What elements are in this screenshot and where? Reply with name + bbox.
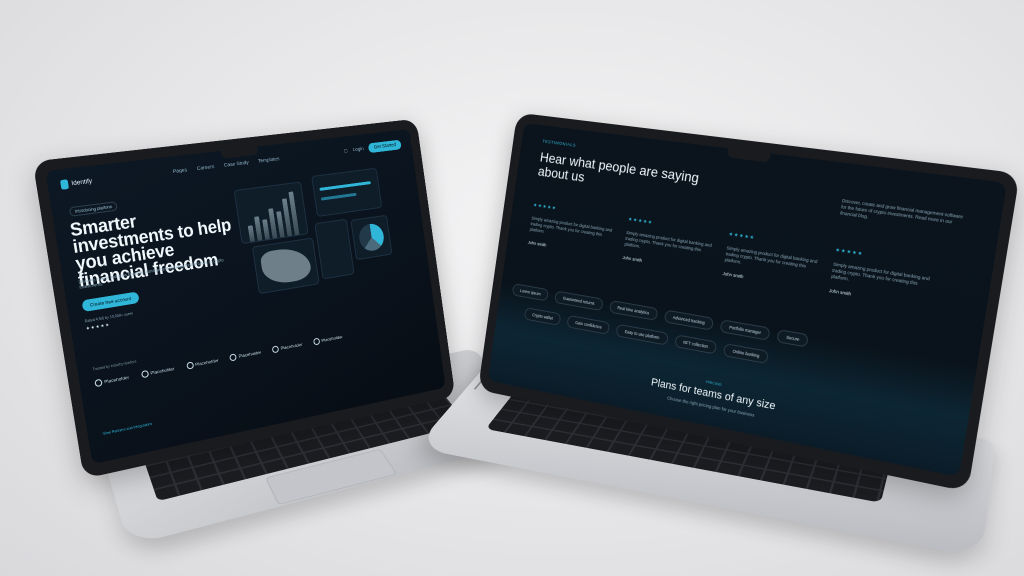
nav-item-templates[interactable]: Templates	[258, 156, 280, 165]
brand-logo[interactable]: Identify	[60, 176, 93, 189]
feature-pill[interactable]: Secure	[777, 329, 810, 347]
partner-name: Placeholder	[238, 350, 261, 359]
feature-pill[interactable]: NFT collection	[674, 334, 718, 354]
partners-title: Trusted by industry leaders	[92, 359, 136, 371]
partner-icon	[313, 338, 320, 346]
partner-icon	[141, 370, 149, 379]
partner-name: Placeholder	[150, 366, 175, 376]
left-nav-right: ◻ Login Get Started	[343, 140, 401, 156]
feature-pill[interactable]: Portfolio manager	[720, 319, 771, 340]
create-account-button[interactable]: Create free account	[81, 292, 139, 313]
feature-pill[interactable]: Crypto wallet	[524, 307, 562, 326]
feature-pill[interactable]: Real time analytics	[609, 300, 659, 321]
testimonials-description: Discover, create and grow financial mana…	[840, 198, 969, 234]
right-camera-notch	[727, 148, 771, 162]
pie-chart	[357, 222, 385, 252]
partner-logo: Placeholder	[313, 333, 343, 345]
chart-bar	[262, 219, 270, 239]
review-card: ★★★★★ Simply amazing product for digital…	[622, 217, 716, 274]
nav-item-careers[interactable]: Careers	[196, 164, 214, 172]
partner-name: Placeholder	[104, 375, 130, 385]
review-text: Simply amazing product for digital banki…	[529, 216, 614, 246]
left-nav-menu: Pages Careers Case Study Templates	[173, 156, 280, 175]
nav-item-case-study[interactable]: Case Study	[224, 160, 250, 169]
feature-pill[interactable]: Guaranteed returns	[554, 291, 603, 312]
line-card	[311, 168, 382, 217]
progress-line	[321, 193, 357, 201]
testimonials-tag: TESTIMONIALS	[542, 139, 576, 148]
partner-name: Placeholder	[280, 342, 303, 351]
partner-logo: Placeholder	[186, 357, 219, 370]
partners-link[interactable]: View Partners and Integrations	[103, 422, 153, 436]
stats-card	[314, 219, 354, 280]
testimonials-title: Hear what people are saying about us	[537, 150, 711, 202]
dashboard-illustration	[233, 164, 420, 304]
logo-icon	[60, 179, 69, 189]
login-link[interactable]: Login	[353, 146, 365, 153]
rating-stars: ★★★★★	[86, 322, 111, 331]
review-card: ★★★★★ Simply amazing product for digital…	[722, 231, 821, 290]
partner-logo: Placeholder	[94, 374, 129, 388]
pie-card	[350, 215, 392, 261]
get-started-button[interactable]: Get Started	[368, 140, 402, 153]
partner-logo: Placeholder	[272, 341, 303, 354]
feature-pill[interactable]: Easy to use platform	[616, 324, 669, 346]
bar-chart-card	[234, 181, 309, 244]
partner-icon	[229, 353, 237, 361]
partner-icon	[186, 361, 194, 369]
chart-bar	[248, 225, 255, 242]
wave-shape	[259, 245, 312, 286]
cart-icon[interactable]: ◻	[344, 148, 349, 154]
review-card: ★★★★★ Simply amazing product for digital…	[829, 247, 935, 309]
partner-name: Placeholder	[195, 358, 219, 367]
feature-pill[interactable]: Online banking	[723, 343, 769, 364]
brand-name: Identify	[71, 178, 93, 187]
chart-bar	[254, 216, 262, 240]
progress-line	[319, 181, 371, 191]
partner-icon	[94, 379, 103, 388]
feature-pill[interactable]: Lorem ipsum	[512, 283, 549, 301]
nav-item-pages[interactable]: Pages	[173, 167, 188, 175]
balance-card	[252, 237, 320, 294]
partner-logo: Placeholder	[229, 349, 261, 362]
partner-icon	[272, 345, 280, 353]
partner-name: Placeholder	[321, 334, 343, 343]
feature-pill[interactable]: Gain confidence	[567, 315, 611, 335]
review-card: ★★★★★ Simply amazing product for digital…	[528, 203, 616, 258]
partner-logo: Placeholder	[141, 365, 175, 378]
feature-pill[interactable]: Advanced tracking	[664, 310, 715, 331]
